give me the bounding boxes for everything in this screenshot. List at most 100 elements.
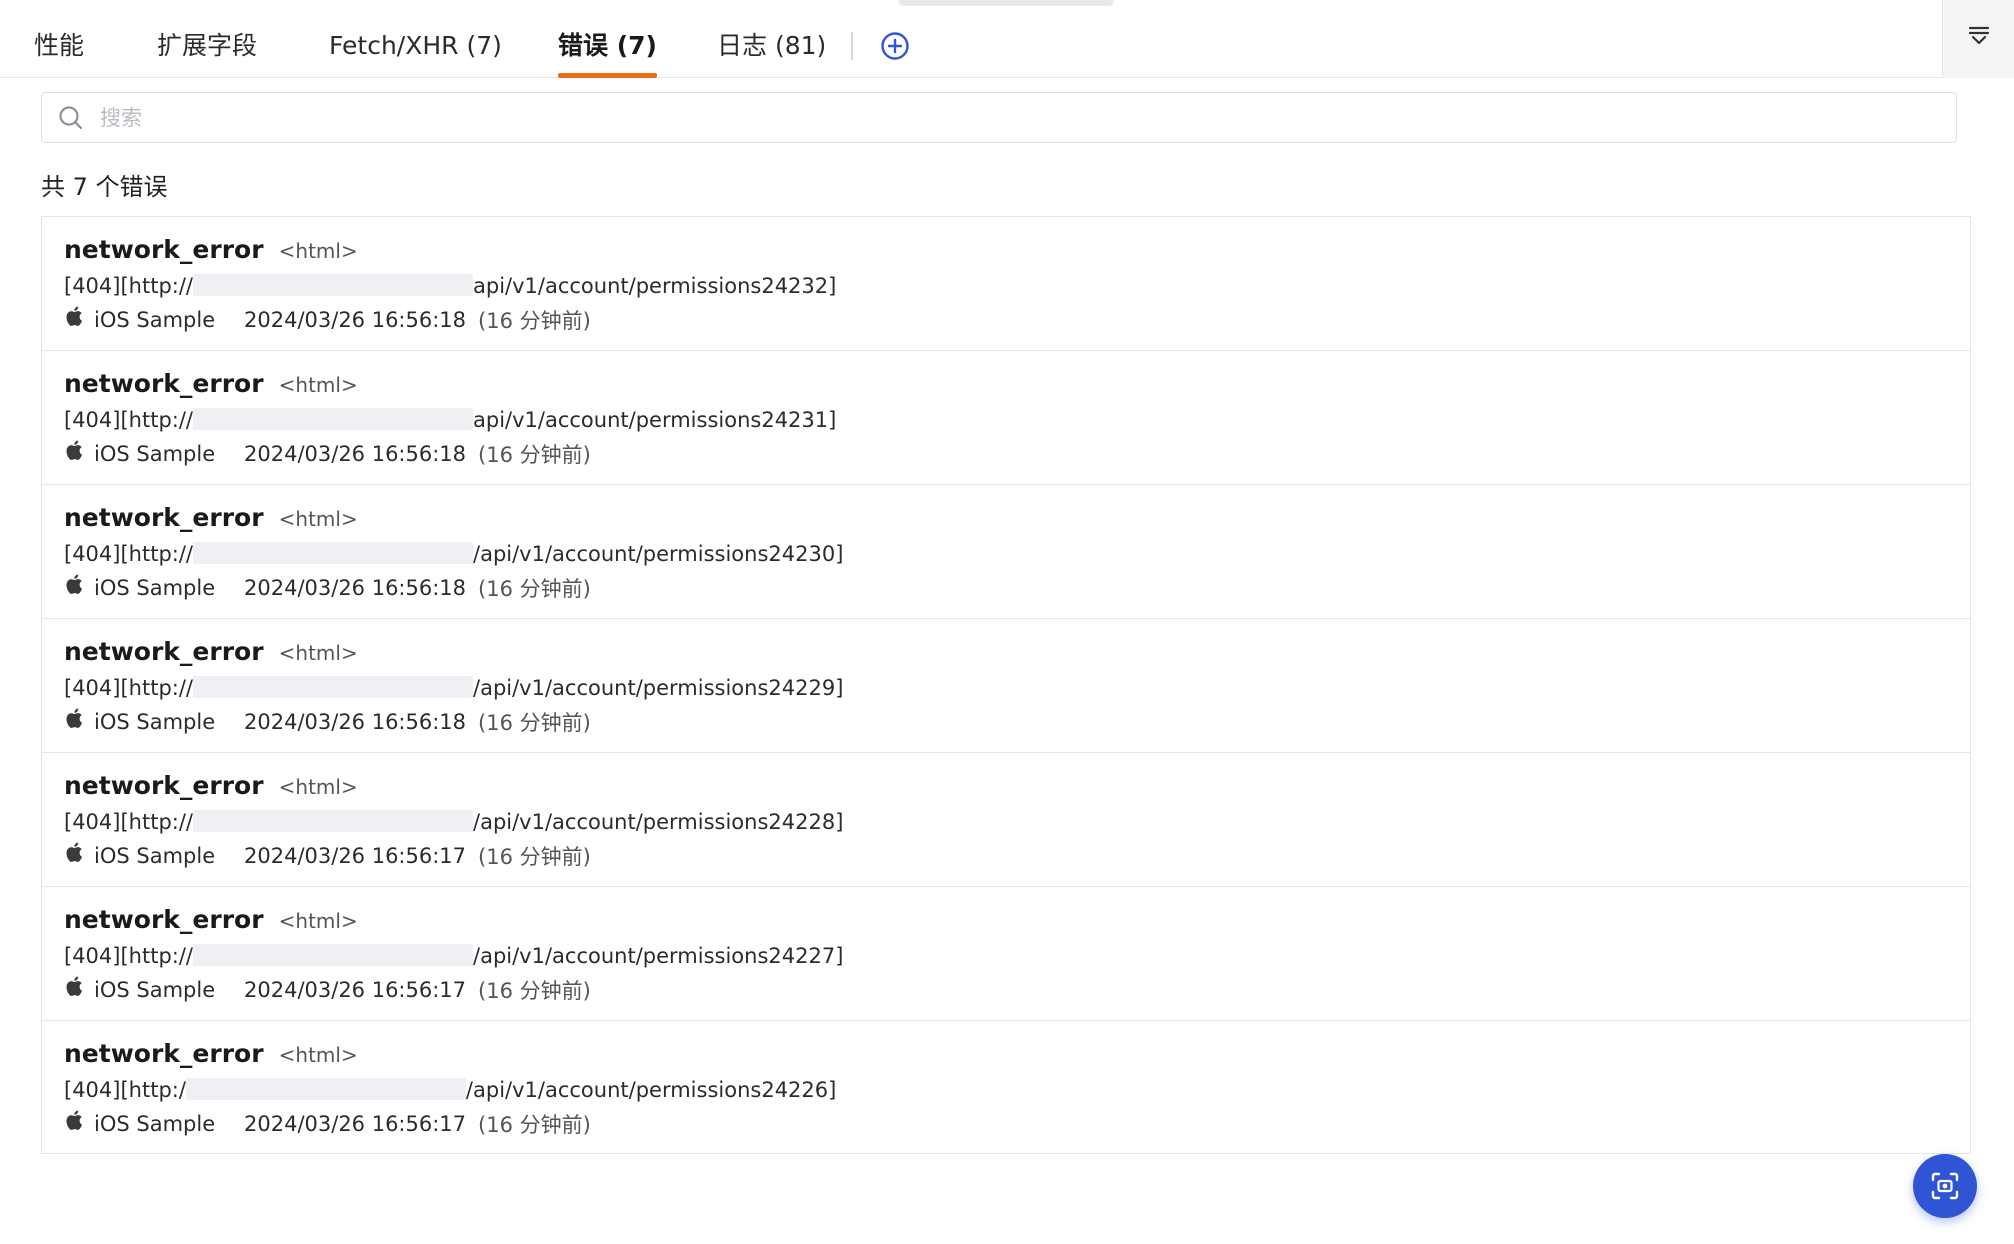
app-name: iOS Sample — [94, 442, 216, 466]
error-title-row: network_error <html> — [64, 503, 358, 532]
apple-icon — [66, 1110, 82, 1130]
error-relative-time: (16 分钟前) — [478, 1113, 591, 1137]
error-message: [404][http:// /api/v1/account/permissions… — [64, 542, 843, 566]
error-list-item[interactable]: network_error <html> [404][http:// /api/v… — [42, 887, 1970, 1021]
error-name: network_error — [64, 235, 264, 264]
search-icon — [59, 106, 83, 130]
error-tag: <html> — [278, 373, 358, 397]
error-meta: iOS Sample 2024/03/26 16:56:17 (16 分钟前) — [64, 975, 591, 1005]
error-tag: <html> — [278, 909, 358, 933]
apple-icon — [66, 440, 82, 460]
error-meta: iOS Sample 2024/03/26 16:56:18 (16 分钟前) — [64, 573, 591, 603]
error-message-suffix: api/v1/account/permissions24231] — [473, 408, 837, 432]
error-message-suffix: /api/v1/account/permissions24230] — [473, 542, 844, 566]
tab-extended-fields[interactable]: 扩展字段 — [157, 26, 257, 78]
error-name: network_error — [64, 905, 264, 934]
error-list-item[interactable]: network_error <html> [404][http:// /api/v… — [42, 753, 1970, 887]
error-tag: <html> — [278, 1043, 358, 1067]
error-list: network_error <html> [404][http://api/v1… — [41, 216, 1971, 1154]
error-relative-time: (16 分钟前) — [478, 845, 591, 869]
error-time: 2024/03/26 16:56:18 — [244, 576, 467, 600]
error-title-row: network_error <html> — [64, 905, 358, 934]
app-name: iOS Sample — [94, 308, 216, 332]
error-message: [404][http://api/v1/account/permissions2… — [64, 1078, 836, 1102]
error-message-prefix: [404][http:// — [64, 274, 193, 298]
tab-fetch-xhr[interactable]: Fetch/XHR (7) — [329, 26, 502, 78]
error-meta: iOS Sample 2024/03/26 16:56:18 (16 分钟前) — [64, 305, 591, 335]
redacted-host — [193, 542, 473, 564]
error-message-suffix: /api/v1/account/permissions24229] — [473, 676, 844, 700]
error-name: network_error — [64, 637, 264, 666]
error-message-suffix: /api/v1/account/permissions24227] — [473, 944, 844, 968]
app-name: iOS Sample — [94, 1112, 216, 1136]
error-message-prefix: [404][http:// — [64, 944, 193, 968]
error-relative-time: (16 分钟前) — [478, 711, 591, 735]
error-message-prefix: [404][http:// — [64, 810, 193, 834]
error-title-row: network_error <html> — [64, 235, 358, 264]
redacted-host — [193, 944, 473, 966]
apple-icon — [66, 842, 82, 862]
screenshot-scan-icon — [1931, 1172, 1959, 1200]
error-time: 2024/03/26 16:56:18 — [244, 442, 467, 466]
error-title-row: network_error <html> — [64, 637, 358, 666]
error-title-row: network_error <html> — [64, 771, 358, 800]
apple-icon — [66, 708, 82, 728]
error-time: 2024/03/26 16:56:17 — [244, 844, 467, 868]
error-meta: iOS Sample 2024/03/26 16:56:17 (16 分钟前) — [64, 1109, 591, 1139]
error-name: network_error — [64, 369, 264, 398]
app-name: iOS Sample — [94, 844, 216, 868]
apple-icon — [66, 976, 82, 996]
page: 性能 扩展字段 Fetch/XHR (7) 错误 (7) 日志 (81) 搜索 … — [0, 0, 2014, 1244]
error-message: [404][http:// /api/v1/account/permissions… — [64, 944, 843, 968]
tab-label: Fetch/XHR (7) — [329, 31, 502, 60]
tab-label: 错误 (7) — [558, 31, 657, 60]
collapse-panel-button[interactable] — [1942, 0, 2014, 78]
error-message: [404][http:// /api/v1/account/permissions… — [64, 810, 843, 834]
error-list-item[interactable]: network_error <html> [404][http://api/v1… — [42, 1021, 1970, 1153]
error-list-item[interactable]: network_error <html> [404][http://api/v1… — [42, 351, 1970, 485]
error-time: 2024/03/26 16:56:18 — [244, 710, 467, 734]
error-message: [404][http:// api/v1/account/permissions2… — [64, 274, 836, 298]
apple-icon — [66, 574, 82, 594]
app-name: iOS Sample — [94, 710, 216, 734]
tab-performance[interactable]: 性能 — [34, 26, 84, 78]
error-message-prefix: [404][http:// — [64, 676, 193, 700]
redacted-host — [193, 810, 473, 832]
error-time: 2024/03/26 16:56:18 — [244, 308, 467, 332]
redacted-host — [193, 676, 473, 698]
error-title-row: network_error <html> — [64, 1039, 358, 1068]
error-list-item[interactable]: network_error <html> [404][http:// api/v1… — [42, 217, 1970, 351]
search-box — [41, 92, 1957, 143]
tab-label: 日志 (81) — [717, 31, 827, 60]
search-input[interactable] — [100, 99, 1940, 137]
error-message-suffix: api/v1/account/permissions24232] — [473, 274, 837, 298]
error-list-item[interactable]: network_error <html> [404][http:// /api/v… — [42, 485, 1970, 619]
error-relative-time: (16 分钟前) — [478, 577, 591, 601]
plus-circle-icon — [881, 32, 909, 60]
error-message-prefix: [404][http:/ — [64, 1078, 186, 1102]
error-count: 共 7 个错误 — [41, 173, 168, 201]
tab-errors[interactable]: 错误 (7) — [558, 26, 657, 78]
error-relative-time: (16 分钟前) — [478, 443, 591, 467]
apple-icon — [66, 306, 82, 326]
error-message: [404][http://api/v1/account/permissions2… — [64, 408, 836, 432]
error-tag: <html> — [278, 507, 358, 531]
redacted-host — [185, 1078, 466, 1100]
tab-label: 性能 — [34, 31, 85, 60]
screenshot-button[interactable] — [1913, 1154, 1977, 1218]
redacted-host — [193, 274, 473, 296]
error-tag: <html> — [278, 641, 358, 665]
add-tab-button[interactable] — [880, 31, 910, 61]
error-relative-time: (16 分钟前) — [478, 309, 591, 333]
error-relative-time: (16 分钟前) — [478, 979, 591, 1003]
error-list-item[interactable]: network_error <html> [404][http:// /api/v… — [42, 619, 1970, 753]
error-tag: <html> — [278, 239, 358, 263]
error-title-row: network_error <html> — [64, 369, 358, 398]
tab-label: 扩展字段 — [157, 31, 258, 60]
redacted-host — [193, 408, 473, 430]
collapse-icon — [1968, 26, 1990, 45]
app-name: iOS Sample — [94, 576, 216, 600]
error-tag: <html> — [278, 775, 358, 799]
tab-logs[interactable]: 日志 (81) — [717, 26, 826, 78]
error-time: 2024/03/26 16:56:17 — [244, 1112, 467, 1136]
